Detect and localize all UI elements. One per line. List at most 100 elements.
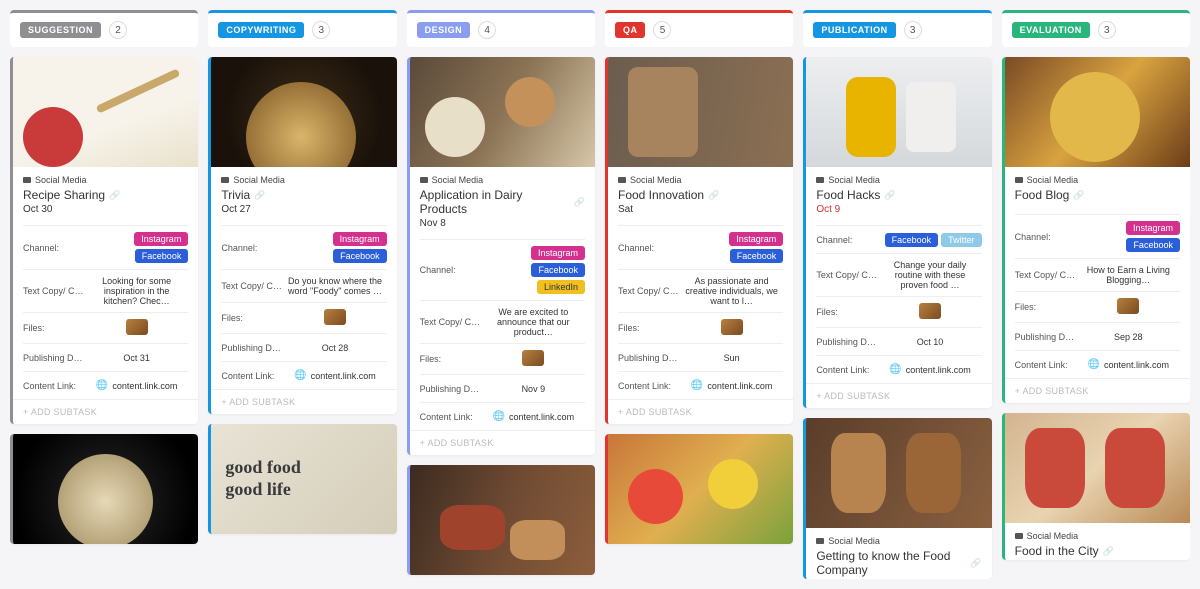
- row-contentlink: Content Link:content.link.com: [221, 361, 386, 389]
- card-image: [211, 57, 396, 167]
- card-title: Food Hacks: [816, 188, 981, 202]
- column-label: QA: [615, 22, 646, 38]
- column-count: 2: [109, 21, 127, 39]
- add-subtask-button[interactable]: + ADD SUBTASK: [410, 430, 595, 455]
- channel-chip[interactable]: Facebook: [885, 233, 939, 247]
- row-channel: Channel:FacebookTwitter: [816, 225, 981, 253]
- file-thumb[interactable]: [522, 350, 544, 366]
- channel-chip[interactable]: Instagram: [1126, 221, 1180, 235]
- card-body: Social MediaRecipe SharingOct 30Channel:…: [13, 167, 198, 399]
- content-link[interactable]: content.link.com: [85, 380, 188, 391]
- row-channel: Channel:InstagramFacebook: [23, 225, 188, 269]
- column-header[interactable]: DESIGN 4: [407, 10, 595, 47]
- column-header[interactable]: EVALUATION3: [1002, 10, 1190, 47]
- content-link[interactable]: content.link.com: [482, 411, 585, 422]
- task-card[interactable]: Social MediaApplication in Dairy Product…: [407, 57, 595, 455]
- row-textcopy: Text Copy/ C…Do you know where the word …: [221, 269, 386, 302]
- row-contentlink: Content Link:content.link.com: [420, 402, 585, 430]
- content-link[interactable]: content.link.com: [878, 364, 981, 375]
- task-card[interactable]: [605, 434, 793, 544]
- column-evaluation: EVALUATION3 Social MediaFood BlogChannel:…: [1002, 10, 1190, 579]
- row-textcopy: Text Copy/ C…Looking for some inspiratio…: [23, 269, 188, 312]
- row-files: Files:: [23, 312, 188, 343]
- card-date: Oct 30: [23, 204, 188, 215]
- task-card[interactable]: Social MediaFood InnovationSatChannel:In…: [605, 57, 793, 424]
- card-category: Social Media: [23, 175, 188, 185]
- column-label: DESIGN: [417, 22, 471, 38]
- task-card[interactable]: Social MediaFood in the City: [1002, 413, 1190, 560]
- channel-chip[interactable]: Instagram: [333, 232, 387, 246]
- card-title: Food in the City: [1015, 544, 1180, 558]
- channel-chip[interactable]: Facebook: [1126, 238, 1180, 252]
- column-header[interactable]: QA5: [605, 10, 793, 47]
- task-card[interactable]: Social Media Getting to know the Food Com…: [803, 418, 991, 579]
- card-category: Social Media: [420, 175, 585, 185]
- card-title: Food Blog: [1015, 188, 1180, 202]
- row-channel: Channel:InstagramFacebook: [1015, 214, 1180, 258]
- content-link[interactable]: content.link.com: [680, 380, 783, 391]
- channel-chip[interactable]: Facebook: [135, 249, 189, 263]
- card-body: Social MediaApplication in Dairy Product…: [410, 167, 595, 430]
- add-subtask-button[interactable]: + ADD SUBTASK: [608, 399, 793, 424]
- task-card[interactable]: good food good life: [208, 424, 396, 534]
- row-channel: Channel:InstagramFacebook: [618, 225, 783, 269]
- row-pubdate: Publishing D…Nov 9: [420, 374, 585, 402]
- card-date: Sat: [618, 204, 783, 215]
- card-image: [806, 57, 991, 167]
- column-publication: PUBLICATION3 Social Media Food Hacks Oct 9 C…: [803, 10, 991, 579]
- task-card[interactable]: Social MediaRecipe SharingOct 30Channel:…: [10, 57, 198, 424]
- channel-chip[interactable]: Instagram: [729, 232, 783, 246]
- file-thumb[interactable]: [721, 319, 743, 335]
- file-thumb[interactable]: [126, 319, 148, 335]
- card-category: Social Media: [816, 536, 981, 546]
- column-label: EVALUATION: [1012, 22, 1090, 38]
- column-header[interactable]: PUBLICATION3: [803, 10, 991, 47]
- channel-chip[interactable]: Twitter: [941, 233, 982, 247]
- row-textcopy: Text Copy/ C…How to Earn a Living Bloggi…: [1015, 258, 1180, 291]
- add-subtask-button[interactable]: + ADD SUBTASK: [1005, 378, 1190, 403]
- add-subtask-button[interactable]: + ADD SUBTASK: [806, 383, 991, 408]
- channel-chip[interactable]: Instagram: [531, 246, 585, 260]
- row-channel: Channel:InstagramFacebook: [221, 225, 386, 269]
- row-files: Files:: [221, 302, 386, 333]
- kanban-board: SUGGESTION2 Social MediaRecipe SharingOct…: [10, 10, 1190, 579]
- row-contentlink: Content Link:content.link.com: [23, 371, 188, 399]
- file-thumb[interactable]: [324, 309, 346, 325]
- column-count: 4: [478, 21, 496, 39]
- row-textcopy: Text Copy/ C…As passionate and creative …: [618, 269, 783, 312]
- row-files: Files:: [816, 296, 981, 327]
- card-image: [806, 418, 991, 528]
- channel-chip[interactable]: Facebook: [333, 249, 387, 263]
- add-subtask-button[interactable]: + ADD SUBTASK: [13, 399, 198, 424]
- row-channel: Channel:InstagramFacebookLinkedIn: [420, 239, 585, 300]
- channel-chip[interactable]: LinkedIn: [537, 280, 585, 294]
- task-card[interactable]: Social MediaFood HacksOct 9Channel:Faceb…: [803, 57, 991, 408]
- task-card[interactable]: [10, 434, 198, 544]
- channel-chip[interactable]: Facebook: [531, 263, 585, 277]
- card-image: [608, 434, 793, 544]
- channel-chip[interactable]: Instagram: [134, 232, 188, 246]
- column-header[interactable]: COPYWRITING3: [208, 10, 396, 47]
- column-header[interactable]: SUGGESTION2: [10, 10, 198, 47]
- column-count: 3: [312, 21, 330, 39]
- file-thumb[interactable]: [919, 303, 941, 319]
- row-pubdate: Publishing D…Sun: [618, 343, 783, 371]
- card-category: Social Media: [618, 175, 783, 185]
- card-date: Oct 9: [816, 204, 981, 215]
- card-image: [1005, 413, 1190, 523]
- column-label: PUBLICATION: [813, 22, 895, 38]
- task-card[interactable]: Social MediaFood BlogChannel:InstagramFa…: [1002, 57, 1190, 403]
- row-textcopy: Text Copy/ C…Change your daily routine w…: [816, 253, 981, 296]
- row-files: Files:: [618, 312, 783, 343]
- file-thumb[interactable]: [1117, 298, 1139, 314]
- channel-chip[interactable]: Facebook: [730, 249, 784, 263]
- card-body: Social MediaFood HacksOct 9Channel:Faceb…: [806, 167, 991, 383]
- card-title: Trivia: [221, 188, 386, 202]
- content-link[interactable]: content.link.com: [1077, 359, 1180, 370]
- card-image: [13, 57, 198, 167]
- add-subtask-button[interactable]: + ADD SUBTASK: [211, 389, 396, 414]
- task-card[interactable]: Social MediaTriviaOct 27Channel:Instagra…: [208, 57, 396, 414]
- card-title: Getting to know the Food Company: [816, 549, 981, 577]
- card-date: Nov 8: [420, 218, 585, 229]
- content-link[interactable]: content.link.com: [283, 370, 386, 381]
